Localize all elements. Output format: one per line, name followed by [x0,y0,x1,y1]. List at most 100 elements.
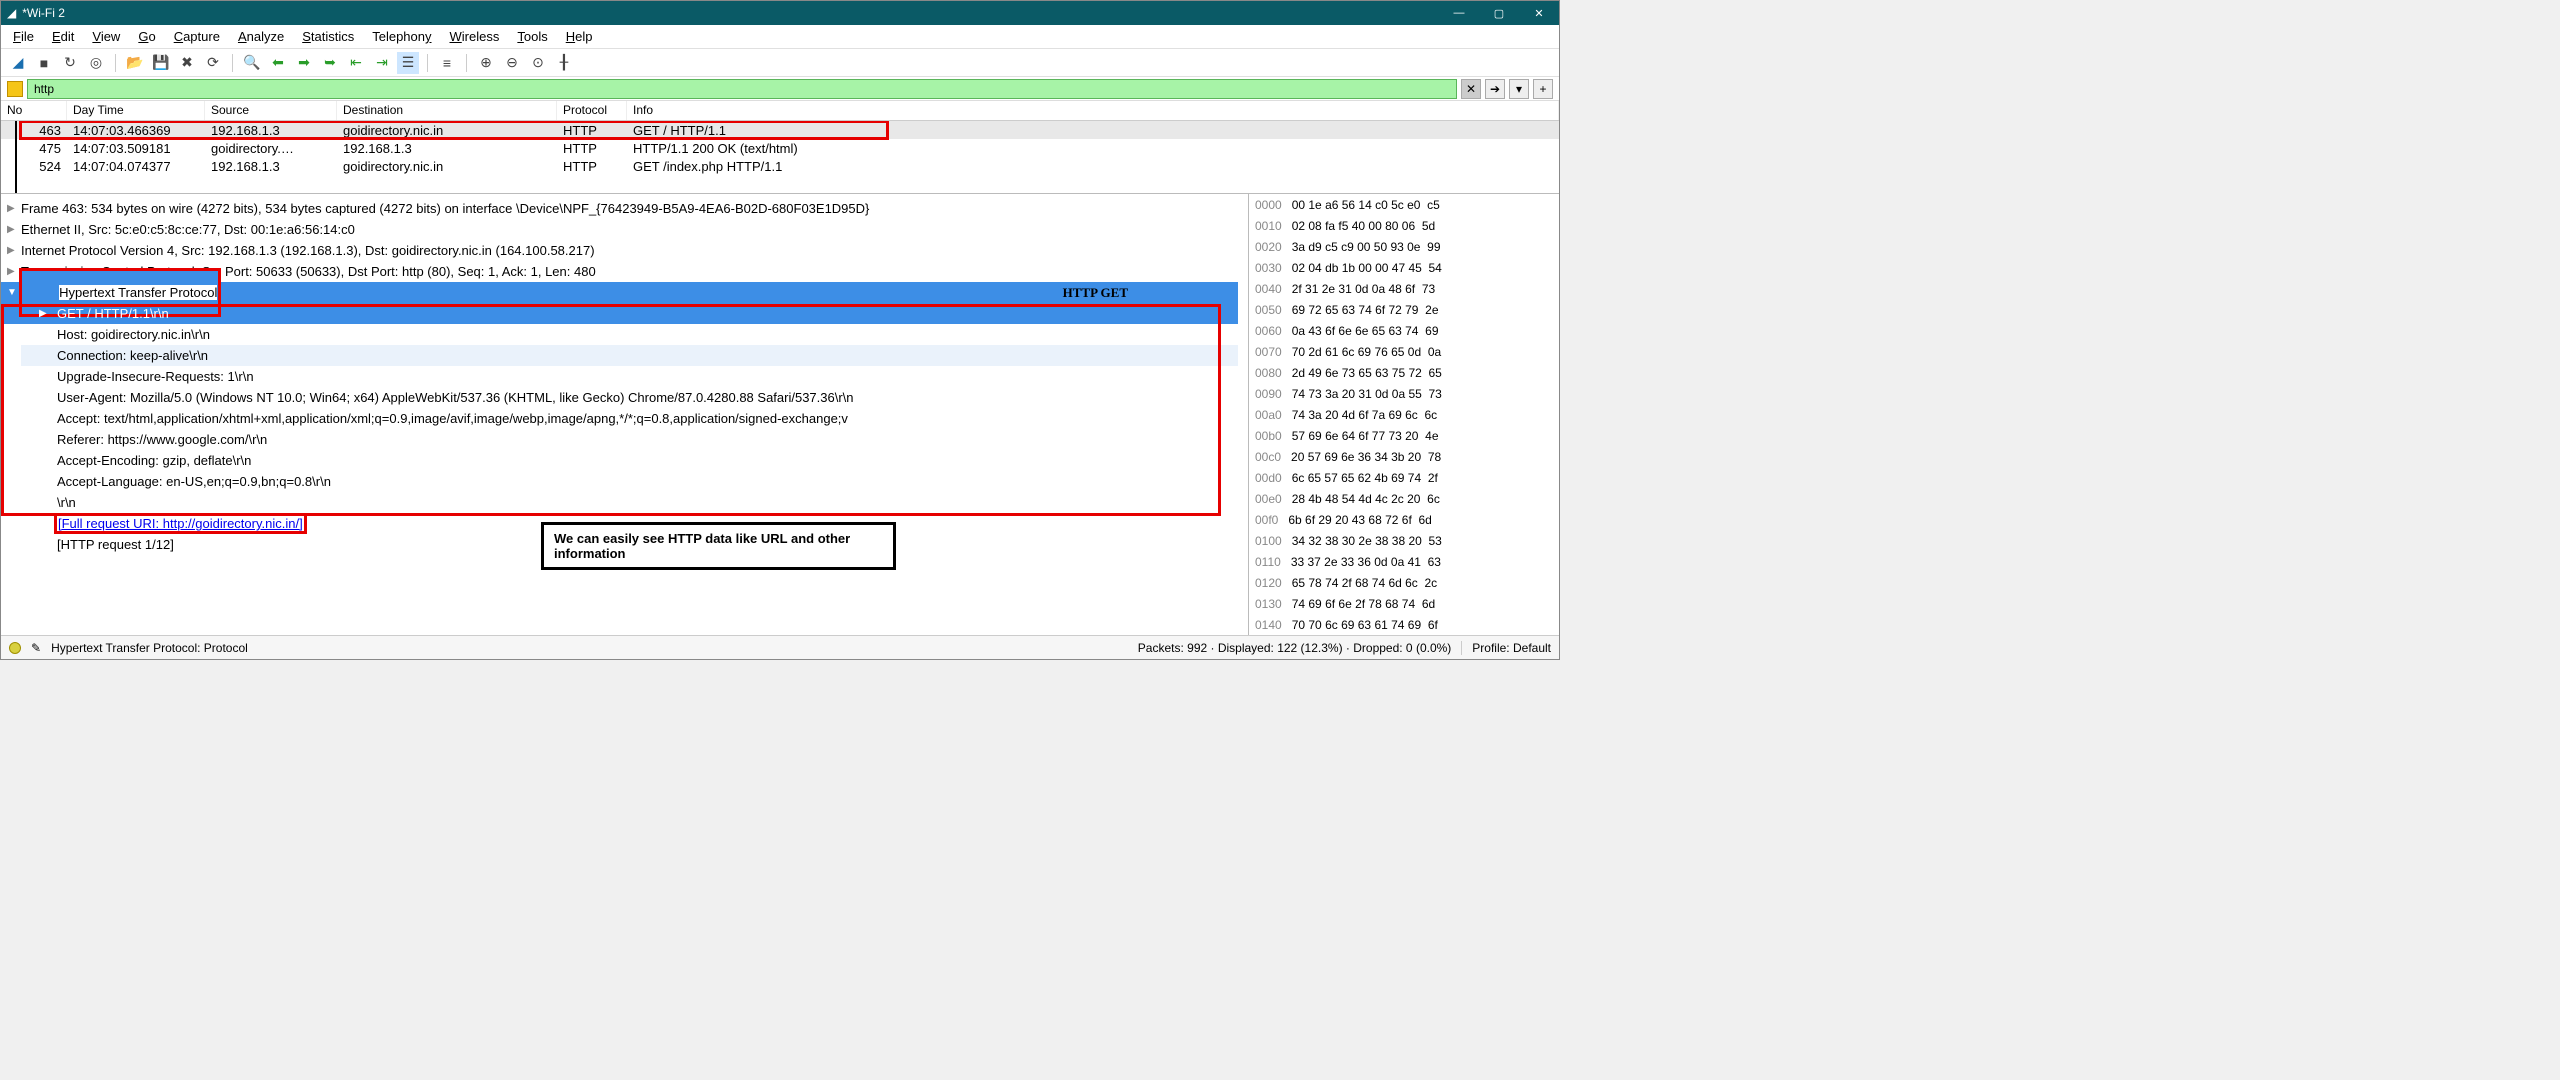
packet-row[interactable]: 524 14:07:04.074377 192.168.1.3 goidirec… [1,157,1559,175]
hex-row[interactable]: 0060 0a 43 6f 6e 6e 65 63 74 69 [1255,324,1553,345]
close-button[interactable]: ✕ [1519,1,1559,25]
go-to-packet-icon[interactable]: ➥ [319,52,341,74]
menubar: File Edit View Go Capture Analyze Statis… [1,25,1559,49]
menu-telephony[interactable]: Telephony [372,29,431,44]
reload-icon[interactable]: ⟳ [202,52,224,74]
annotation-callout: We can easily see HTTP data like URL and… [541,522,896,570]
detail-full-uri-link[interactable]: [Full request URI: http://goidirectory.n… [57,516,304,531]
go-first-icon[interactable]: ⇤ [345,52,367,74]
hex-row[interactable]: 0110 33 37 2e 33 36 0d 0a 41 63 [1255,555,1553,576]
menu-file[interactable]: File [13,29,34,44]
detail-eth[interactable]: Ethernet II, Src: 5c:e0:c5:8c:ce:77, Dst… [21,222,355,237]
col-no[interactable]: No [1,101,67,120]
packet-list-header: No Day Time Source Destination Protocol … [1,101,1559,121]
detail-http-title[interactable]: Hypertext Transfer Protocol [59,285,217,300]
hex-row[interactable]: 0020 3a d9 c5 c9 00 50 93 0e 99 [1255,240,1553,261]
menu-wireless[interactable]: Wireless [450,29,500,44]
restart-capture-icon[interactable]: ↻ [59,52,81,74]
menu-view[interactable]: View [92,29,120,44]
cell-dst: 192.168.1.3 [337,141,557,156]
hex-row[interactable]: 00e0 28 4b 48 54 4d 4c 2c 20 6c [1255,492,1553,513]
colorize-icon[interactable]: ≡ [436,52,458,74]
hex-row[interactable]: 00b0 57 69 6e 64 6f 77 73 20 4e [1255,429,1553,450]
hex-row[interactable]: 0070 70 2d 61 6c 69 76 65 0d 0a [1255,345,1553,366]
packet-details-pane[interactable]: ▶Frame 463: 534 bytes on wire (4272 bits… [1,194,1249,635]
packet-list[interactable]: 463 14:07:03.466369 192.168.1.3 goidirec… [1,121,1559,193]
detail-frame[interactable]: Frame 463: 534 bytes on wire (4272 bits)… [21,201,869,216]
hex-row[interactable]: 0050 69 72 65 63 74 6f 72 79 2e [1255,303,1553,324]
detail-crlf[interactable]: \r\n [57,495,76,510]
menu-go[interactable]: Go [138,29,155,44]
start-capture-icon[interactable]: ◢ [7,52,29,74]
hex-row[interactable]: 00a0 74 3a 20 4d 6f 7a 69 6c 6c [1255,408,1553,429]
expert-info-icon[interactable] [9,642,21,654]
hex-row[interactable]: 0100 34 32 38 30 2e 38 38 20 53 [1255,534,1553,555]
hex-row[interactable]: 0140 70 70 6c 69 63 61 74 69 6f [1255,618,1553,635]
auto-scroll-icon[interactable]: ☰ [397,52,419,74]
detail-accept[interactable]: Accept: text/html,application/xhtml+xml,… [57,411,848,426]
packet-row[interactable]: 475 14:07:03.509181 goidirectory.… 192.1… [1,139,1559,157]
zoom-out-icon[interactable]: ⊖ [501,52,523,74]
detail-ae[interactable]: Accept-Encoding: gzip, deflate\r\n [57,453,251,468]
go-forward-icon[interactable]: ➡ [293,52,315,74]
zoom-reset-icon[interactable]: ⊙ [527,52,549,74]
detail-ua[interactable]: User-Agent: Mozilla/5.0 (Windows NT 10.0… [57,390,854,405]
col-info[interactable]: Info [627,101,1559,120]
hex-row[interactable]: 0010 02 08 fa f5 40 00 80 06 5d [1255,219,1553,240]
hex-row[interactable]: 0120 65 78 74 2f 68 74 6d 6c 2c [1255,576,1553,597]
zoom-in-icon[interactable]: ⊕ [475,52,497,74]
menu-capture[interactable]: Capture [174,29,220,44]
hex-row[interactable]: 00c0 20 57 69 6e 36 34 3b 20 78 [1255,450,1553,471]
close-file-icon[interactable]: ✖ [176,52,198,74]
detail-al[interactable]: Accept-Language: en-US,en;q=0.9,bn;q=0.8… [57,474,331,489]
hex-row[interactable]: 0090 74 73 3a 20 31 0d 0a 55 73 [1255,387,1553,408]
clear-filter-button[interactable]: ✕ [1461,79,1481,99]
go-back-icon[interactable]: ⬅ [267,52,289,74]
col-src[interactable]: Source [205,101,337,120]
col-proto[interactable]: Protocol [557,101,627,120]
find-icon[interactable]: 🔍 [241,52,263,74]
detail-ref[interactable]: Referer: https://www.google.com/\r\n [57,432,267,447]
hex-row[interactable]: 00f0 6b 6f 29 20 43 68 72 6f 6d [1255,513,1553,534]
detail-host[interactable]: Host: goidirectory.nic.in\r\n [57,327,210,342]
detail-ip[interactable]: Internet Protocol Version 4, Src: 192.16… [21,243,595,258]
hex-row[interactable]: 00d0 6c 65 57 65 62 4b 69 74 2f [1255,471,1553,492]
hex-row[interactable]: 0030 02 04 db 1b 00 00 47 45 54 [1255,261,1553,282]
resize-columns-icon[interactable]: ╂ [553,52,575,74]
go-last-icon[interactable]: ⇥ [371,52,393,74]
col-time[interactable]: Day Time [67,101,205,120]
app-window: ◢ *Wi-Fi 2 — ▢ ✕ File Edit View Go Captu… [0,0,1560,660]
hex-row[interactable]: 0040 2f 31 2e 31 0d 0a 48 6f 73 [1255,282,1553,303]
menu-tools[interactable]: Tools [517,29,547,44]
maximize-button[interactable]: ▢ [1479,1,1519,25]
hex-row[interactable]: 0080 2d 49 6e 73 65 63 75 72 65 [1255,366,1553,387]
cell-dst: goidirectory.nic.in [337,123,557,138]
detail-conn[interactable]: Connection: keep-alive\r\n [57,348,208,363]
titlebar: ◢ *Wi-Fi 2 — ▢ ✕ [1,1,1559,25]
filter-history-button[interactable]: ▾ [1509,79,1529,99]
capture-options-icon[interactable]: ◎ [85,52,107,74]
apply-filter-button[interactable]: ➔ [1485,79,1505,99]
edit-icon[interactable]: ✎ [31,641,41,655]
open-file-icon[interactable]: 📂 [124,52,146,74]
menu-edit[interactable]: Edit [52,29,74,44]
menu-help[interactable]: Help [566,29,593,44]
hex-row[interactable]: 0130 74 69 6f 6e 2f 78 68 74 6d [1255,597,1553,618]
detail-get[interactable]: GET / HTTP/1.1\r\n [57,306,169,321]
minimize-button[interactable]: — [1439,1,1479,25]
packet-row[interactable]: 463 14:07:03.466369 192.168.1.3 goidirec… [1,121,1559,139]
cell-src: 192.168.1.3 [205,123,337,138]
detail-reqnum[interactable]: [HTTP request 1/12] [57,537,174,552]
menu-statistics[interactable]: Statistics [302,29,354,44]
display-filter-input[interactable] [27,79,1457,99]
stop-capture-icon[interactable]: ■ [33,52,55,74]
save-file-icon[interactable]: 💾 [150,52,172,74]
bookmark-icon[interactable] [7,81,23,97]
col-dst[interactable]: Destination [337,101,557,120]
add-filter-button[interactable]: + [1533,79,1553,99]
menu-analyze[interactable]: Analyze [238,29,284,44]
status-profile[interactable]: Profile: Default [1461,641,1551,655]
hex-row[interactable]: 0000 00 1e a6 56 14 c0 5c e0 c5 [1255,198,1553,219]
hex-dump-pane[interactable]: 0000 00 1e a6 56 14 c0 5c e0 c50010 02 0… [1249,194,1559,635]
detail-upg[interactable]: Upgrade-Insecure-Requests: 1\r\n [57,369,254,384]
